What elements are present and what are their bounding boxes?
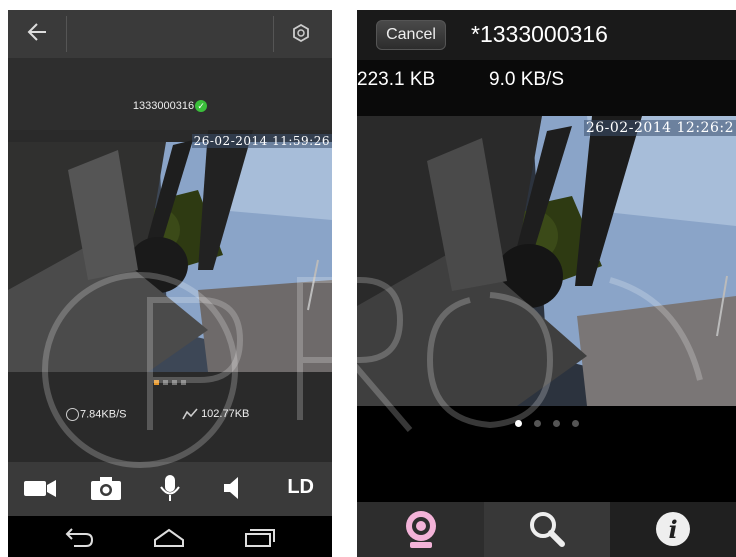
- traffic-graph-icon: [182, 408, 198, 420]
- page-dot-active: [154, 380, 159, 385]
- stream-stats: 7.84KB/S 102.77KB: [8, 408, 332, 428]
- page-indicator: [8, 380, 332, 385]
- home-icon[interactable]: [152, 526, 186, 548]
- tab-search[interactable]: [484, 502, 610, 557]
- device-id: 1333000316 ✓: [8, 100, 332, 113]
- camera-live-view[interactable]: 26-02-2014 12:26:2: [357, 116, 736, 406]
- speaker-icon[interactable]: [216, 474, 252, 502]
- page-dot: [172, 380, 177, 385]
- camera-live-view[interactable]: 26-02-2014 11:59:26: [8, 130, 332, 372]
- speed-value: 7.84KB/S: [80, 408, 127, 421]
- camera-toolbar: LD: [8, 462, 332, 516]
- top-bar: [8, 10, 332, 58]
- back-icon[interactable]: [62, 526, 96, 548]
- device-header: 1333000316 ✓: [8, 58, 332, 130]
- camera-icon[interactable]: [88, 474, 124, 502]
- recent-apps-icon[interactable]: [242, 526, 276, 548]
- speed-gauge-icon: [66, 408, 79, 421]
- left-phone-screen: 1333000316 ✓ 26-02-2014 11:59:26 7.84KB/S…: [8, 10, 332, 557]
- video-camera-icon[interactable]: [22, 474, 58, 502]
- tab-info[interactable]: i: [610, 502, 736, 557]
- cancel-button[interactable]: Cancel: [376, 20, 446, 50]
- video-timestamp: 26-02-2014 11:59:26: [191, 134, 332, 148]
- settings-icon[interactable]: [292, 23, 310, 43]
- page-dot: [163, 380, 168, 385]
- quality-toggle-button[interactable]: LD: [287, 476, 314, 499]
- device-id-text: 1333000316: [132, 100, 195, 112]
- check-circle-icon: ✓: [195, 100, 208, 113]
- page-indicator: [357, 420, 736, 427]
- right-phone-screen: Cancel *1333000316 223.1 KB 9.0 KB/S 26-…: [357, 10, 736, 557]
- divider: [273, 16, 274, 52]
- transfer-speed: 9.0 KB/S: [489, 69, 564, 90]
- svg-text:i: i: [668, 515, 677, 544]
- data-size: 223.1 KB: [357, 69, 436, 90]
- data-stat: 102.77KB: [182, 408, 249, 420]
- device-title: *1333000316: [471, 21, 608, 47]
- search-icon: [530, 512, 565, 547]
- top-bar: Cancel *1333000316: [357, 10, 736, 60]
- android-nav-bar: [8, 516, 332, 557]
- microphone-icon[interactable]: [152, 474, 188, 502]
- page-dot: [533, 420, 541, 427]
- back-arrow-icon[interactable]: [26, 20, 48, 50]
- page-dot-active: [514, 420, 522, 427]
- page-dot: [552, 420, 560, 427]
- info-icon: i: [656, 512, 690, 546]
- stream-stats: 223.1 KB 9.0 KB/S: [357, 60, 736, 116]
- webcam-icon: [405, 511, 436, 548]
- data-value: 102.77KB: [201, 408, 250, 420]
- bottom-tab-bar: i: [357, 502, 736, 557]
- divider: [66, 16, 67, 52]
- video-timestamp: 26-02-2014 12:26:2: [583, 120, 736, 136]
- page-dot: [181, 380, 186, 385]
- speed-stat: 7.84KB/S: [66, 408, 126, 421]
- tab-camera[interactable]: [357, 502, 484, 557]
- page-dot: [571, 420, 579, 427]
